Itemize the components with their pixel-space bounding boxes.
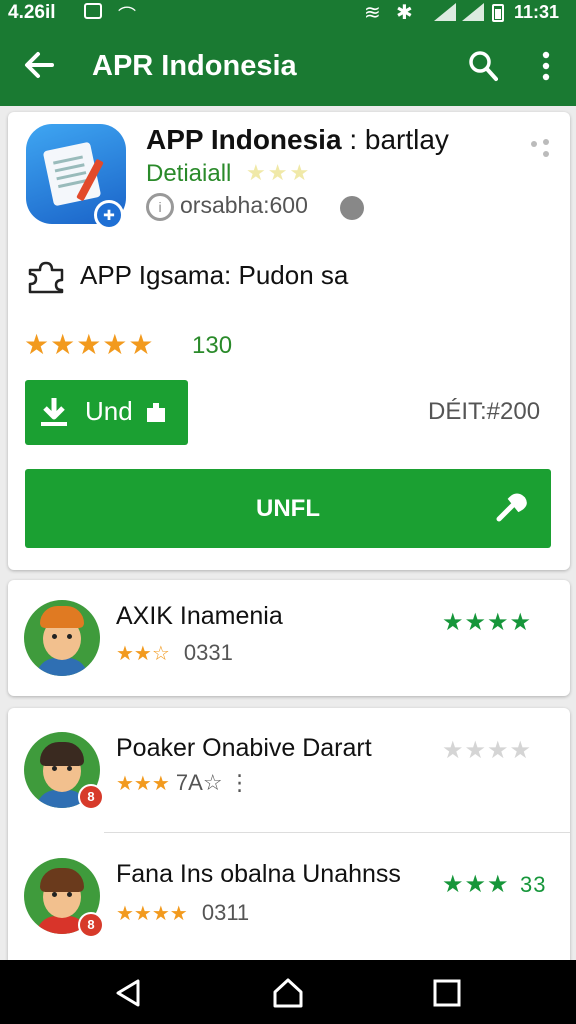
developer-stars: ★★★ [246, 160, 312, 185]
system-nav-bar [0, 960, 576, 1024]
app-name: APP Indonesia : bartlay [146, 124, 449, 156]
share-icon[interactable] [528, 136, 552, 160]
list-item-sub: ★★★★ 0311 [116, 900, 249, 926]
app-tagline-text: APP Igsama: Pudon sa [80, 260, 349, 290]
app-meta: i orsabha:600 [146, 192, 308, 221]
rating-row: ★★★★★ 130 [24, 328, 232, 361]
install-button[interactable]: Und [25, 380, 188, 445]
app-name-suffix: : bartlay [341, 124, 449, 155]
avatar [24, 600, 100, 676]
store-bag-icon [147, 403, 165, 422]
list-item[interactable]: AXIK Inamenia ★★☆ 0331 ★★★★ [8, 580, 570, 696]
wifi-icon: ≋ [364, 2, 381, 24]
app-badge-icon: ✚ [94, 200, 124, 230]
status-time-right: 11:31 [514, 2, 560, 22]
home-nav-icon[interactable] [271, 976, 305, 1010]
price-label: DÉIT:#200 [428, 398, 541, 425]
status-bar: 4.26il ⌒ ≋ ✱ 11:31 [0, 0, 576, 28]
list-item-sub-text: 7A☆ ⋮ [175, 770, 251, 795]
cast-icon: ⌒ [118, 6, 136, 26]
list-item-stars: ★★★ [116, 773, 170, 795]
globe-icon [340, 196, 364, 220]
avatar-badge: 8 [78, 784, 104, 810]
list-item-title: Poaker Onabive Darart [116, 734, 372, 762]
rating-count: 130 [192, 332, 233, 359]
list-item-stars: ★★★★ [116, 903, 188, 925]
list-item-sub: ★★★ 7A☆ ⋮ [116, 770, 251, 796]
main-action-button[interactable]: UNFL [25, 469, 551, 548]
list-item-sub: ★★☆ 0331 [116, 640, 233, 666]
divider [104, 832, 570, 833]
list-item-rating: ★★★★ [442, 737, 533, 764]
puzzle-icon [28, 261, 64, 294]
list-card: 8 Poaker Onabive Darart ★★★ 7A☆ ⋮ ★★★★ 8… [8, 708, 570, 968]
back-arrow-icon[interactable] [22, 48, 56, 82]
list-item-stars: ★★☆ [116, 643, 170, 665]
page-title: APR Indonesia [92, 50, 297, 82]
list-item-title: AXIK Inamenia [116, 602, 283, 630]
download-icon [41, 398, 67, 426]
battery-icon [492, 4, 504, 22]
notification-icon [84, 3, 102, 19]
install-button-label: Und [85, 396, 133, 426]
main-action-label: UNFL [256, 495, 320, 522]
list-item-rating-count: 33 [520, 872, 547, 897]
list-item-rating: ★★★ [442, 871, 510, 898]
signal-icon [434, 3, 456, 21]
list-item-rating: ★★★★ [442, 609, 533, 636]
more-vert-icon[interactable] [534, 50, 558, 82]
list-item-sub-text: 0311 [201, 900, 250, 925]
list-item-sub-text: 0331 [183, 640, 233, 665]
list-item-title: Fana Ins obalna Unahnss [116, 860, 401, 888]
status-time-left: 4.26il [8, 2, 56, 23]
recents-nav-icon[interactable] [430, 976, 464, 1010]
info-icon: i [146, 192, 174, 221]
pencil-icon [496, 493, 527, 522]
app-bar: APR Indonesia [0, 28, 576, 106]
app-name-main: APP Indonesia [146, 124, 342, 155]
search-icon[interactable] [468, 50, 498, 82]
avatar-badge: 8 [78, 912, 104, 938]
top-bar: 4.26il ⌒ ≋ ✱ 11:31 APR Indonesia [0, 0, 576, 106]
app-meta-text: orsabha:600 [180, 192, 308, 218]
gear-icon: ✱ [396, 2, 413, 24]
app-tagline: APP Igsama: Pudon sa [26, 260, 348, 294]
back-nav-icon[interactable] [112, 976, 146, 1010]
developer-link[interactable]: Detiaiall [146, 160, 231, 188]
rating-stars: ★★★★★ [24, 329, 155, 360]
app-detail-card: ✚ APP Indonesia : bartlay Detiaiall ★★★ … [8, 112, 570, 570]
signal-icon [462, 3, 484, 21]
